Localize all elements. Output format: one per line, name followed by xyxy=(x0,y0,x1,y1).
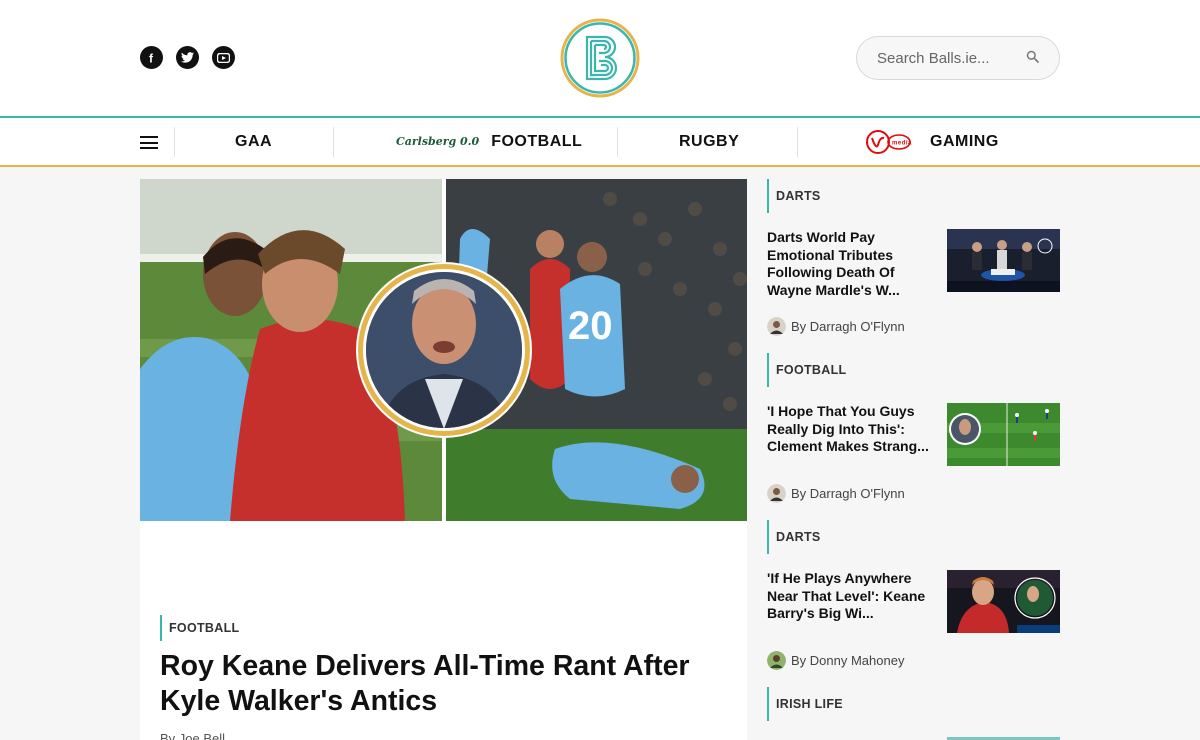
search-icon[interactable] xyxy=(1026,50,1039,66)
hero-article-card[interactable]: 20 FOOTBALL Roy Keane Delivers All-Time … xyxy=(140,179,747,740)
site-header: f xyxy=(0,0,1200,116)
sidebar-category-tag[interactable]: DARTS xyxy=(767,179,821,213)
hero-category-tag[interactable]: FOOTBALL xyxy=(160,615,239,641)
svg-text:20: 20 xyxy=(568,304,613,348)
search-input[interactable] xyxy=(877,49,1017,67)
sidebar-article-title[interactable]: 'If He Plays Anywhere Near That Level': … xyxy=(767,570,942,623)
balls-logo[interactable] xyxy=(559,17,641,99)
sidebar-article-thumbnail[interactable] xyxy=(947,403,1060,466)
nav-item-rugby[interactable]: RUGBY xyxy=(679,118,739,165)
hero-article-image[interactable]: 20 xyxy=(140,179,747,521)
nav-divider xyxy=(797,127,798,157)
sidebar-article-thumbnail[interactable] xyxy=(947,570,1060,633)
virgin-media-sponsor-logo: media xyxy=(866,129,912,154)
sidebar-category-tag[interactable]: FOOTBALL xyxy=(767,353,846,387)
sidebar-author[interactable]: By Darragh O'Flynn xyxy=(767,317,905,336)
hero-author[interactable]: By Joe Bell xyxy=(160,731,225,740)
svg-text:media: media xyxy=(892,140,912,146)
author-name: By Donny Mahoney xyxy=(791,653,905,668)
menu-icon[interactable] xyxy=(140,136,158,149)
nav-item-gaa[interactable]: GAA xyxy=(235,118,272,165)
facebook-icon[interactable]: f xyxy=(140,46,163,69)
main-nav: GAA Carlsberg 0.0 FOOTBALL RUGBY media G… xyxy=(0,116,1200,167)
sidebar-article-title[interactable]: Darts World Pay Emotional Tributes Follo… xyxy=(767,229,942,299)
sidebar-category-tag[interactable]: DARTS xyxy=(767,520,821,554)
sidebar-author[interactable]: By Darragh O'Flynn xyxy=(767,484,905,503)
author-name: By Darragh O'Flynn xyxy=(791,486,905,501)
sidebar-article-title[interactable]: 'I Hope That You Guys Really Dig Into Th… xyxy=(767,403,942,456)
author-avatar xyxy=(767,317,786,336)
youtube-icon[interactable] xyxy=(212,46,235,69)
svg-text:f: f xyxy=(149,52,154,64)
nav-divider xyxy=(333,127,334,157)
nav-item-label: RUGBY xyxy=(679,132,740,150)
nav-item-football[interactable]: Carlsberg 0.0 FOOTBALL xyxy=(396,118,582,165)
nav-divider xyxy=(174,127,175,157)
author-avatar xyxy=(767,651,786,670)
hero-article-title[interactable]: Roy Keane Delivers All-Time Rant After K… xyxy=(160,649,730,719)
social-links: f xyxy=(140,46,235,69)
sidebar-author[interactable]: By Donny Mahoney xyxy=(767,651,904,670)
author-avatar xyxy=(767,484,786,503)
search-box[interactable] xyxy=(856,36,1060,80)
nav-item-label: GAMING xyxy=(930,132,999,150)
nav-item-gaming[interactable]: media GAMING xyxy=(866,118,999,165)
nav-divider xyxy=(617,127,618,157)
author-name: By Darragh O'Flynn xyxy=(791,319,905,334)
twitter-icon[interactable] xyxy=(176,46,199,69)
carlsberg-sponsor-logo: Carlsberg 0.0 xyxy=(396,135,480,148)
sidebar-category-tag[interactable]: IRISH LIFE xyxy=(767,687,843,721)
nav-item-label: FOOTBALL xyxy=(491,132,583,150)
sidebar-article-thumbnail[interactable] xyxy=(947,229,1060,292)
nav-item-label: GAA xyxy=(235,132,273,150)
